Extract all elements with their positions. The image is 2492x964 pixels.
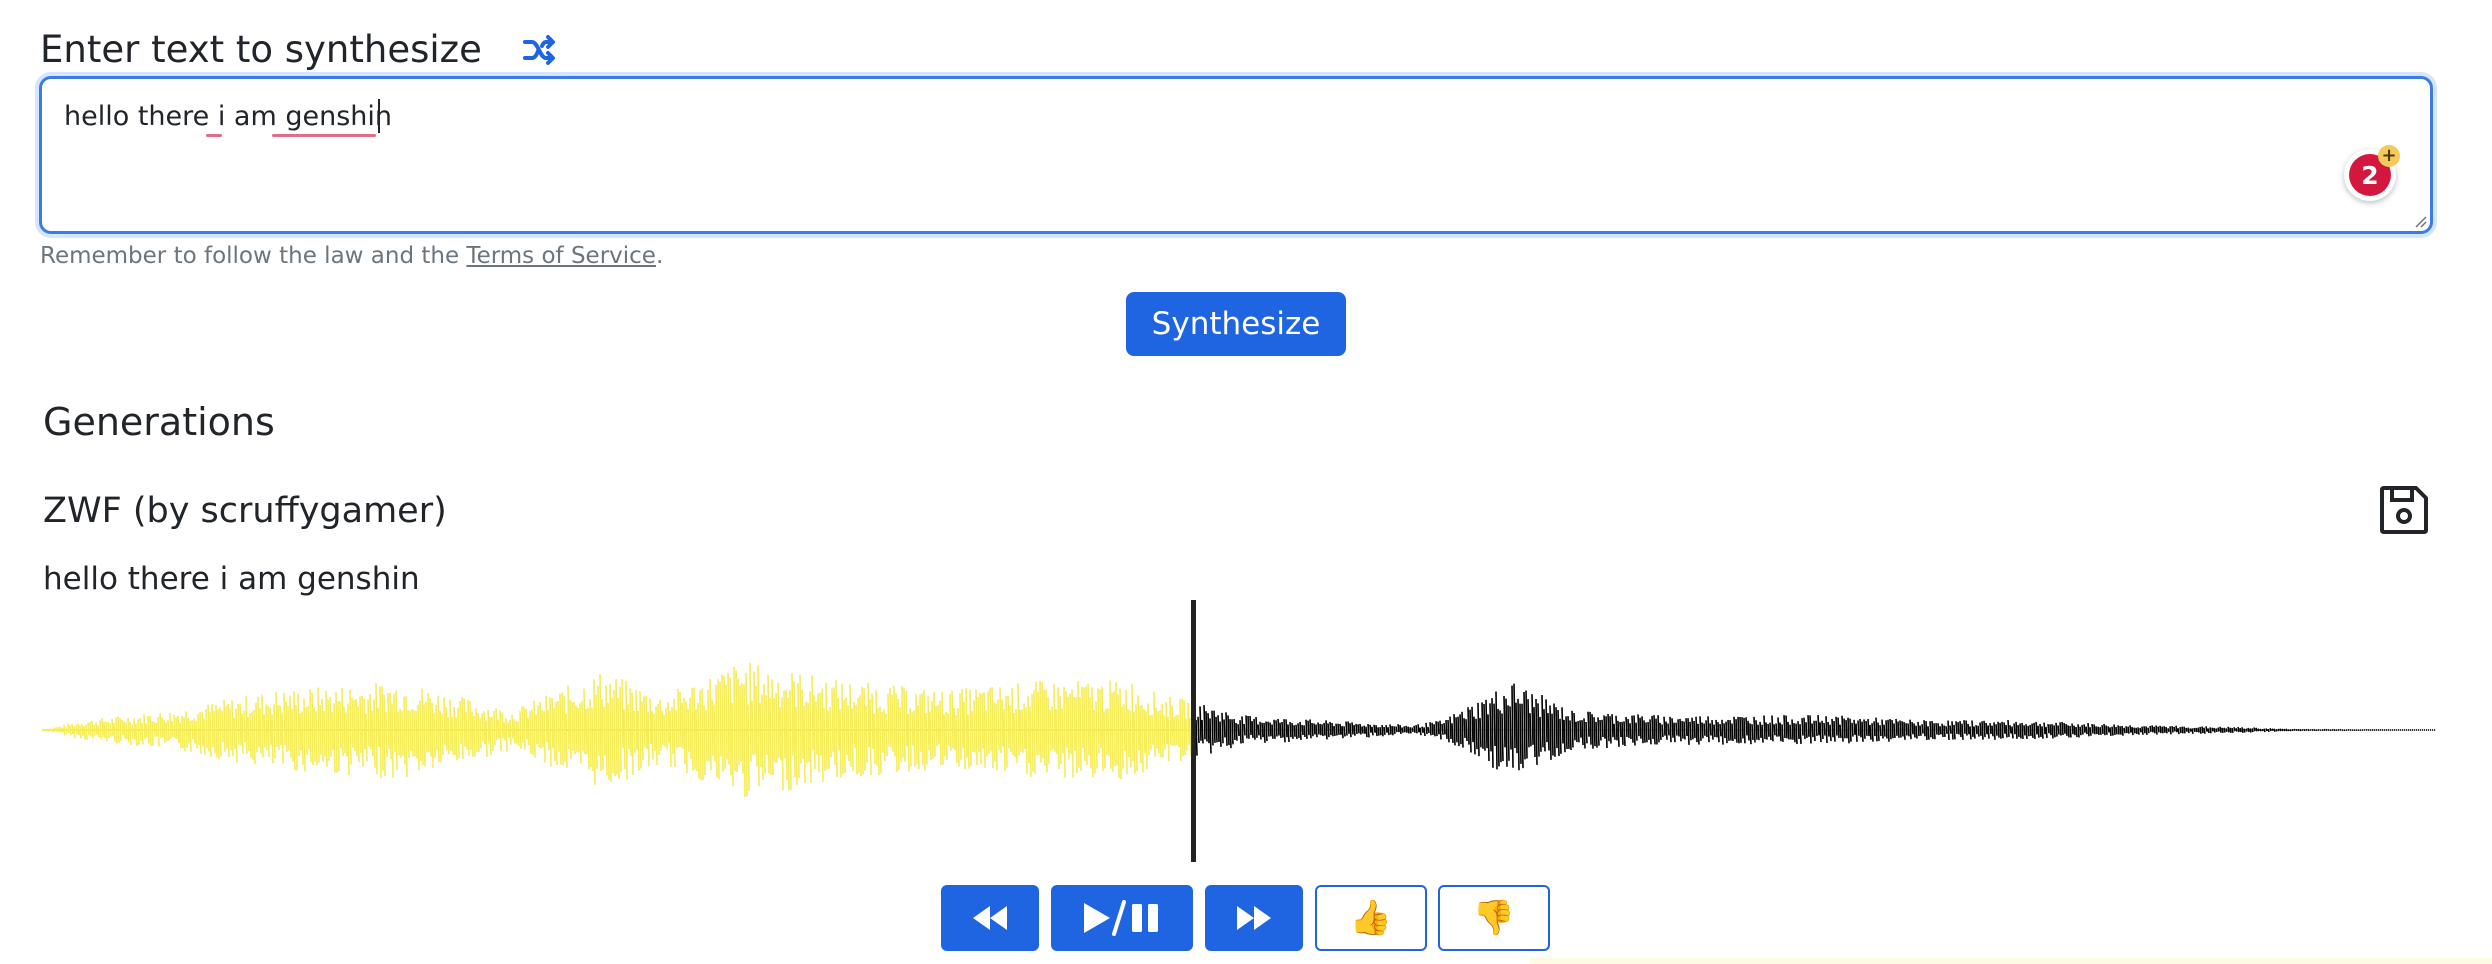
shuffle-icon[interactable] xyxy=(520,30,560,70)
thumbs-up-icon: 👍 xyxy=(1349,898,1393,938)
play-pause-button[interactable] xyxy=(1051,885,1193,951)
thumbs-down-button[interactable]: 👎 xyxy=(1438,885,1550,951)
prompt-textarea[interactable] xyxy=(64,97,2310,217)
waveform-played xyxy=(42,662,1192,798)
save-icon[interactable] xyxy=(2378,484,2430,536)
rewind-button[interactable] xyxy=(941,885,1039,951)
spellcheck-underline-genshin xyxy=(272,134,376,137)
resize-grip-icon[interactable] xyxy=(2411,212,2427,228)
waveform-canvas xyxy=(42,600,2436,862)
voice-name: ZWF (by scruffygamer) xyxy=(43,491,447,531)
synthesize-button[interactable]: Synthesize xyxy=(1126,292,1346,356)
generations-title: Generations xyxy=(43,400,275,444)
spellcheck-underline-i xyxy=(206,134,222,137)
legal-note: Remember to follow the law and the Terms… xyxy=(40,240,663,272)
play-pause-icon xyxy=(1084,900,1158,936)
text-caret xyxy=(378,99,380,133)
terms-of-service-link[interactable]: Terms of Service xyxy=(466,243,656,269)
prompt-textarea-frame: 2 + xyxy=(39,76,2433,234)
bottom-highlight xyxy=(1530,958,2492,964)
waveform-unplayed xyxy=(1191,683,2435,771)
audio-waveform[interactable] xyxy=(42,600,2436,862)
fast-forward-button[interactable] xyxy=(1205,885,1303,951)
grammarly-plus-icon: + xyxy=(2378,145,2400,167)
rewind-icon xyxy=(973,906,1007,930)
generation-text: hello there i am genshin xyxy=(43,561,420,597)
fast-forward-icon xyxy=(1237,906,1271,930)
prompt-header: Enter text to synthesize xyxy=(40,22,560,78)
grammarly-badge[interactable]: 2 + xyxy=(2344,145,2400,201)
playback-cursor[interactable] xyxy=(1191,600,1196,862)
thumbs-down-icon: 👎 xyxy=(1472,898,1516,938)
prompt-label: Enter text to synthesize xyxy=(40,28,482,71)
legal-prefix: Remember to follow the law and the xyxy=(40,243,467,269)
thumbs-up-button[interactable]: 👍 xyxy=(1315,885,1427,951)
legal-suffix: . xyxy=(655,243,664,269)
